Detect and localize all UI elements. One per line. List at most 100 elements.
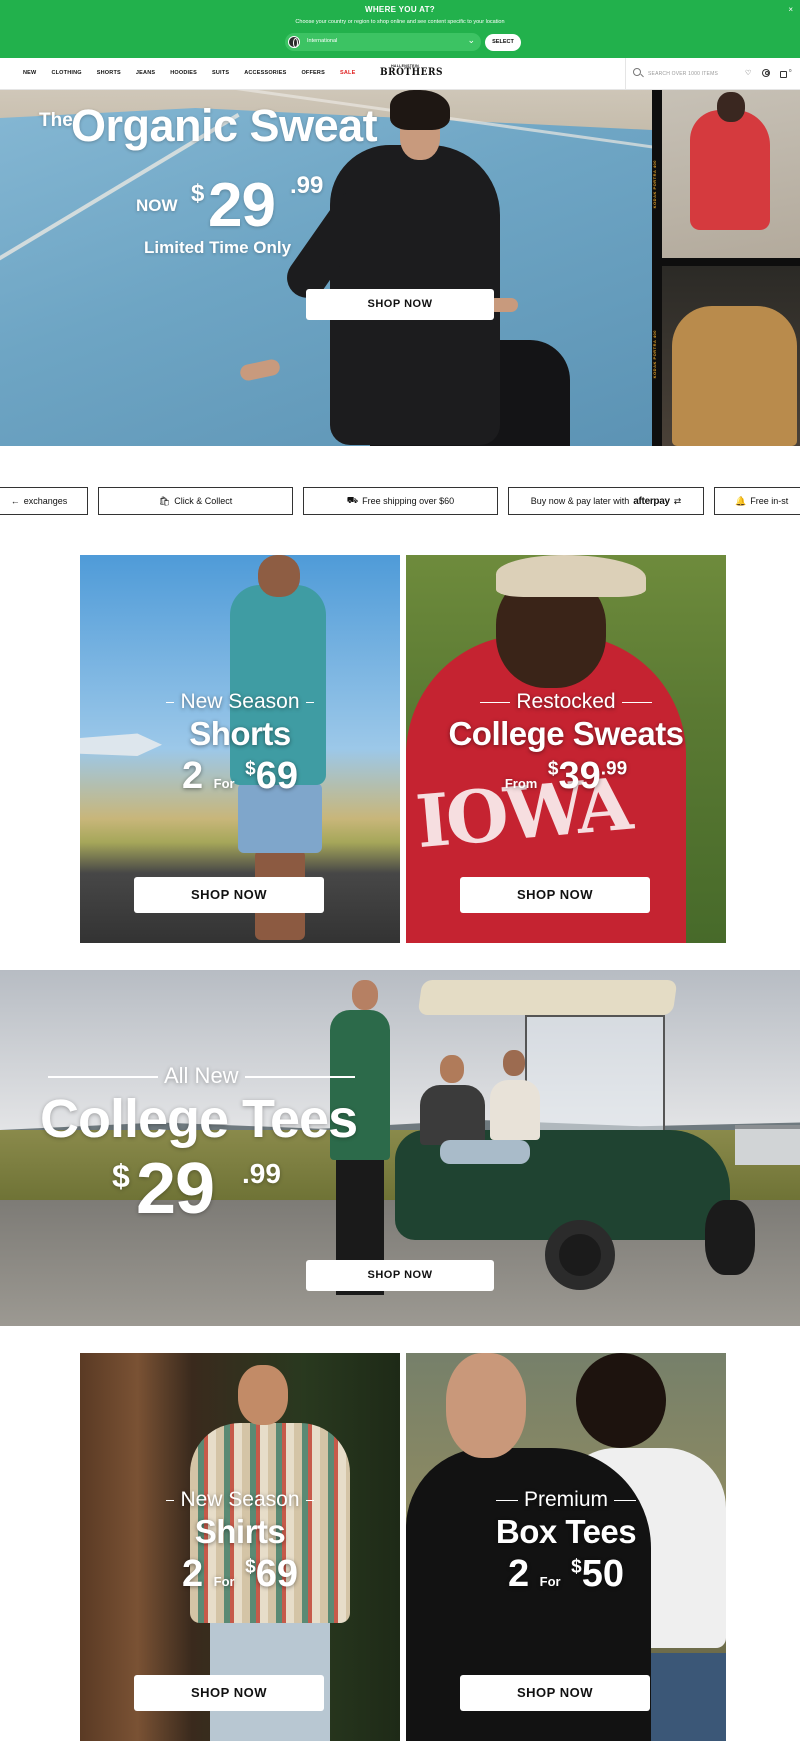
divider bbox=[480, 701, 511, 704]
nav-offers[interactable]: OFFERS bbox=[301, 70, 325, 76]
cart-bag-icon[interactable] bbox=[780, 71, 787, 78]
usp-free-instore[interactable]: 🔔 Free in-st bbox=[714, 487, 800, 515]
usp-click-collect[interactable]: 🛍 Click & Collect bbox=[98, 487, 293, 515]
tile-model-cap bbox=[496, 555, 646, 597]
divider bbox=[244, 1076, 355, 1078]
nav-new[interactable]: NEW bbox=[23, 70, 36, 76]
search-bar[interactable]: SEARCH OVER 1000 ITEMS bbox=[625, 58, 735, 90]
region-select[interactable]: International ⌄ bbox=[285, 33, 481, 51]
nav-hoodies[interactable]: HOODIES bbox=[170, 70, 197, 76]
hero-title: Organic Sweat bbox=[71, 100, 378, 151]
model-white-tee bbox=[490, 1080, 540, 1140]
usp-free-shipping-label: Free shipping over $60 bbox=[362, 496, 455, 506]
tile-headline: Shirts bbox=[194, 1513, 286, 1550]
tile-price-value: 39 bbox=[558, 755, 601, 797]
film-frame-tan-hoodie bbox=[662, 266, 800, 446]
promo-tile-college-sweats[interactable]: IOWA Restocked College Sweats From $39.9… bbox=[406, 555, 726, 943]
tile-kicker-text: Restocked bbox=[516, 690, 616, 713]
account-user-icon[interactable] bbox=[762, 69, 770, 77]
main-nav: NEW CLOTHING SHORTS JEANS HOODIES SUITS … bbox=[23, 70, 370, 76]
shopping-bag-icon: 🛍 bbox=[158, 495, 171, 506]
tile-qty: 2 bbox=[181, 755, 204, 797]
shop-now-button[interactable]: SHOP NOW bbox=[460, 1675, 650, 1711]
tile-model-head bbox=[238, 1365, 288, 1425]
promo-tile-shirts[interactable]: New Season Shirts 2 For $69 SHOP NOW bbox=[80, 1353, 400, 1741]
nav-shorts[interactable]: SHORTS bbox=[97, 70, 121, 76]
nav-accessories[interactable]: ACCESSORIES bbox=[244, 70, 286, 76]
hero-shop-now-button[interactable]: SHOP NOW bbox=[306, 289, 494, 320]
usp-exchanges-label: exchanges bbox=[23, 496, 68, 506]
wishlist-heart-icon[interactable]: ♡ bbox=[745, 69, 751, 77]
tile-price: From $39.99 bbox=[406, 755, 726, 798]
usp-exchanges[interactable]: ← exchanges bbox=[0, 487, 88, 515]
tile-kicker-text: New Season bbox=[180, 1488, 300, 1511]
model-college-tee bbox=[420, 1085, 485, 1145]
banner-shop-now-button[interactable]: SHOP NOW bbox=[306, 1260, 494, 1291]
hero-price-currency: $ bbox=[191, 180, 205, 207]
banner-headline: College Tees bbox=[40, 1089, 358, 1149]
usp-afterpay[interactable]: Buy now & pay later with afterpay ⇄ bbox=[508, 487, 704, 515]
region-banner-title: WHERE YOU AT? bbox=[365, 5, 435, 14]
divider bbox=[621, 701, 652, 704]
film-frame-red-hoodie bbox=[662, 90, 800, 258]
tile-currency: $ bbox=[245, 758, 256, 780]
divider bbox=[305, 1499, 314, 1502]
banner-price-cents: .99 bbox=[242, 1158, 281, 1189]
nav-suits[interactable]: SUITS bbox=[212, 70, 229, 76]
shop-now-button[interactable]: SHOP NOW bbox=[460, 877, 650, 913]
site-logo[interactable]: HALLENSTEIN BROTHERS bbox=[380, 64, 443, 79]
film-person-tan bbox=[672, 306, 797, 446]
tile-currency: $ bbox=[547, 758, 559, 780]
nav-clothing[interactable]: CLOTHING bbox=[51, 70, 81, 76]
close-icon[interactable]: × bbox=[788, 5, 793, 14]
usp-click-collect-label: Click & Collect bbox=[174, 496, 233, 506]
tile-price-cents: .99 bbox=[600, 758, 628, 780]
region-select-value: International bbox=[307, 38, 338, 44]
tile-for: For bbox=[539, 1574, 561, 1589]
region-banner-subtitle: Choose your country or region to shop on… bbox=[295, 19, 505, 25]
nav-jeans[interactable]: JEANS bbox=[136, 70, 155, 76]
nav-sale[interactable]: SALE bbox=[340, 70, 355, 76]
tile-model-head bbox=[576, 1353, 666, 1448]
tile-price: 2 For $50 bbox=[406, 1553, 726, 1596]
model-hair bbox=[390, 90, 450, 130]
tile-qty: 2 bbox=[507, 1553, 530, 1595]
tile-model-head bbox=[446, 1353, 526, 1458]
logo-big-text: BROTHERS bbox=[380, 67, 443, 79]
film-person-red bbox=[690, 110, 770, 230]
promo-tile-shorts[interactable]: New Season Shorts 2 For $69 SHOP NOW bbox=[80, 555, 400, 943]
search-input[interactable]: SEARCH OVER 1000 ITEMS bbox=[648, 71, 718, 77]
model-jeans bbox=[440, 1140, 530, 1164]
cart-wheel bbox=[545, 1220, 615, 1290]
usp-free-shipping[interactable]: ⛟ Free shipping over $60 bbox=[303, 487, 498, 515]
hero-subtitle: Limited Time Only bbox=[144, 238, 292, 257]
shop-now-button[interactable]: SHOP NOW bbox=[134, 1675, 324, 1711]
tile-model-head bbox=[258, 555, 300, 597]
banner-price: 29 bbox=[136, 1149, 215, 1229]
truck-icon: ⛟ bbox=[346, 495, 359, 505]
afterpay-arrows-icon: ⇄ bbox=[673, 495, 682, 506]
cart-roof bbox=[417, 980, 678, 1015]
divider bbox=[48, 1076, 158, 1078]
header-actions: ♡ 0 bbox=[740, 58, 800, 90]
arrow-left-icon: ← bbox=[10, 496, 20, 506]
tile-currency: $ bbox=[245, 1556, 256, 1578]
tile-from: From bbox=[504, 776, 538, 791]
afterpay-logo: afterpay bbox=[633, 495, 670, 507]
tile-price-value: 50 bbox=[581, 1553, 625, 1595]
tile-price-value: 69 bbox=[255, 755, 299, 797]
shop-now-button[interactable]: SHOP NOW bbox=[134, 877, 324, 913]
tile-price-value: 69 bbox=[255, 1553, 299, 1595]
tile-kicker: Premium bbox=[406, 1488, 726, 1512]
tile-for: For bbox=[213, 776, 235, 791]
region-select-button[interactable]: SELECT bbox=[485, 34, 521, 51]
hero-price-cents: .99 bbox=[290, 172, 324, 199]
usp-free-instore-label: Free in-st bbox=[750, 496, 789, 506]
model-head bbox=[503, 1050, 525, 1076]
promo-tile-box-tees[interactable]: Premium Box Tees 2 For $50 SHOP NOW bbox=[406, 1353, 726, 1741]
divider bbox=[614, 1499, 636, 1502]
search-icon bbox=[633, 68, 641, 76]
cart-count: 0 bbox=[789, 68, 792, 73]
cart-wheel bbox=[705, 1200, 755, 1275]
hero-title-prefix: The bbox=[39, 110, 73, 131]
